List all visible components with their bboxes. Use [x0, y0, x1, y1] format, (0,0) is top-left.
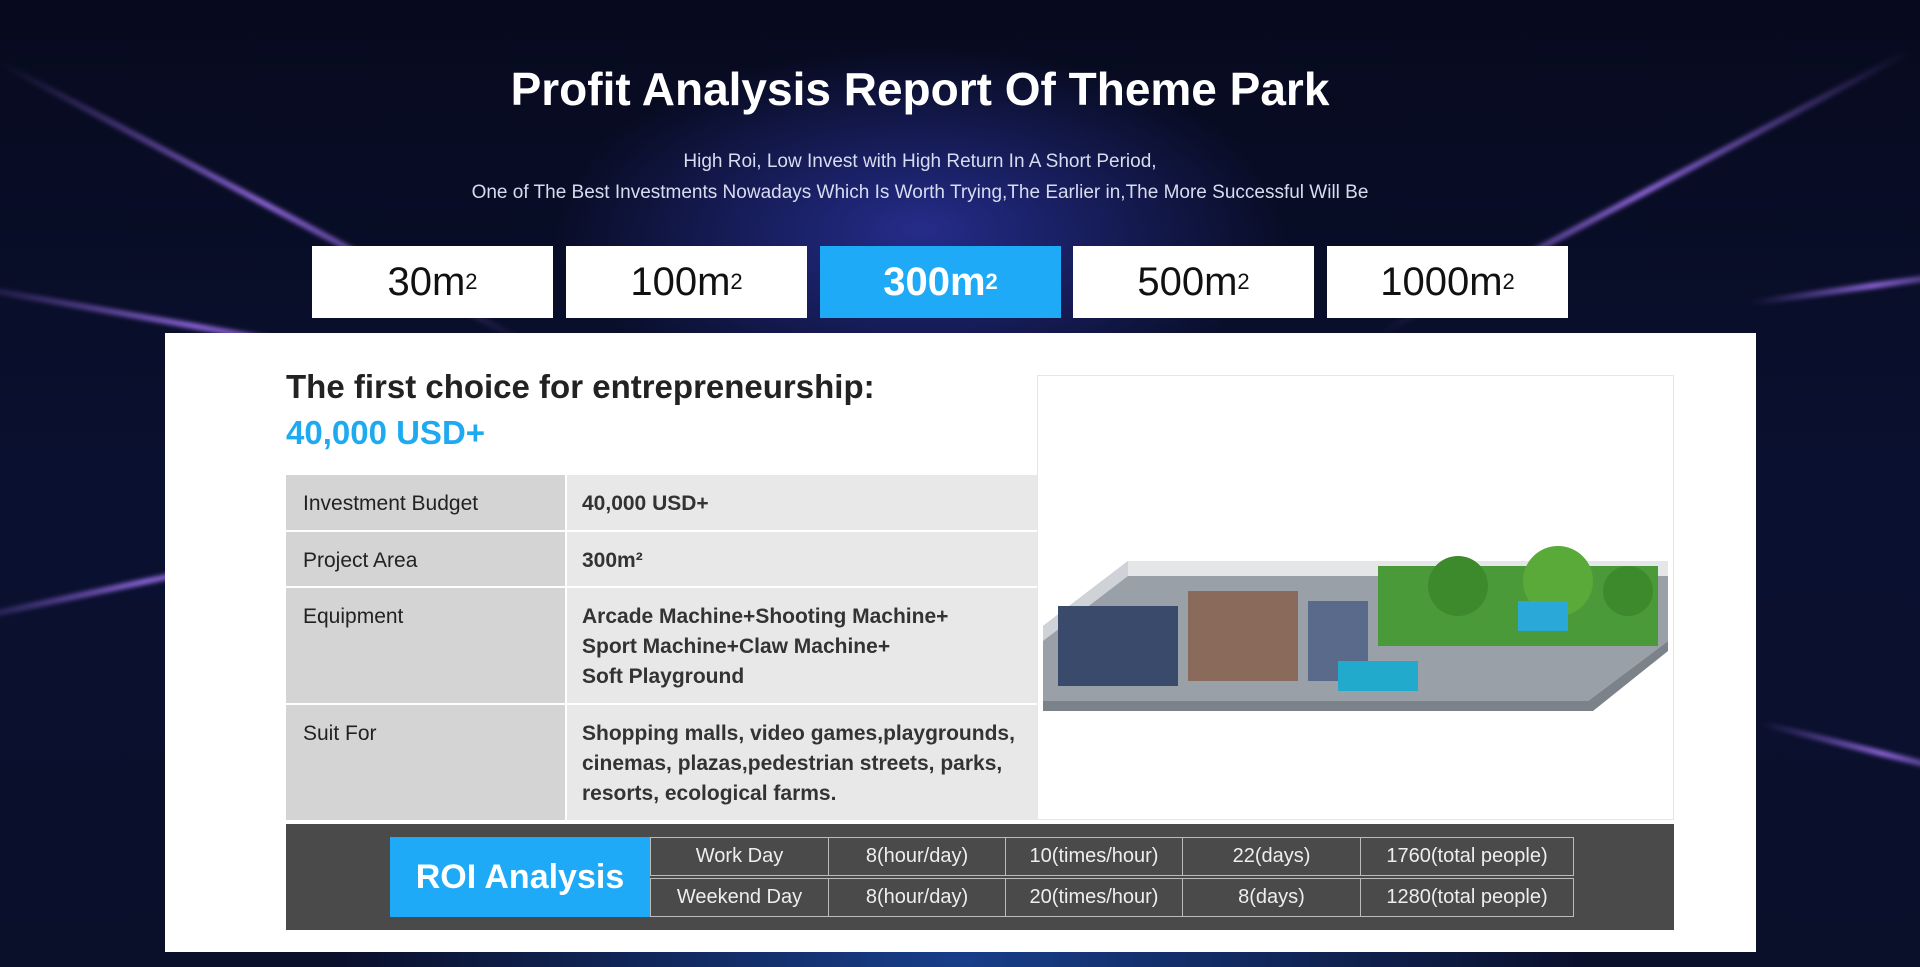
- roi-cell: 22(days): [1182, 837, 1361, 876]
- table-row: Suit For Shopping malls, video games,play…: [286, 705, 1037, 820]
- price-highlight: 40,000 USD+: [286, 414, 486, 451]
- tab-sup: 2: [465, 269, 478, 294]
- roi-cell: Weekend Day: [650, 878, 829, 917]
- tab-500m2[interactable]: 500m 2: [1073, 246, 1314, 318]
- tab-sup: 2: [1502, 269, 1515, 294]
- tab-label: 300m: [883, 259, 986, 304]
- page-title: Profit Analysis Report Of Theme Park: [510, 63, 1330, 115]
- roi-cell: 8(hour/day): [828, 878, 1006, 917]
- subtitle-line-2: One of The Best Investments Nowadays Whi…: [471, 182, 1369, 203]
- tab-label: 1000m: [1380, 259, 1503, 304]
- subtitle-line-1: High Roi, Low Invest with High Return In…: [683, 151, 1157, 172]
- roi-analysis-label: ROI Analysis: [390, 837, 650, 917]
- row-label: Equipment: [286, 588, 565, 703]
- row-label: Investment Budget: [286, 475, 565, 530]
- section-heading: The first choice for entrepreneurship:: [286, 368, 875, 405]
- roi-cell: 10(times/hour): [1005, 837, 1183, 876]
- tab-sup: 2: [1237, 269, 1250, 294]
- roi-cell: 8(hour/day): [828, 837, 1006, 876]
- roi-cell: 1760(total people): [1360, 837, 1574, 876]
- table-row: Equipment Arcade Machine+Shooting Machine…: [286, 588, 1037, 703]
- table-row: Project Area 300m²: [286, 532, 1037, 586]
- roi-cell: 8(days): [1182, 878, 1361, 917]
- theme-park-rendering: [1037, 375, 1674, 820]
- tab-sup: 2: [730, 269, 743, 294]
- tab-100m2[interactable]: 100m 2: [566, 246, 807, 318]
- roi-cell: 20(times/hour): [1005, 878, 1183, 917]
- tab-300m2[interactable]: 300m 2: [820, 246, 1061, 318]
- tab-label: 100m: [630, 259, 731, 304]
- row-value: 300m²: [567, 532, 1037, 586]
- tab-30m2[interactable]: 30m 2: [312, 246, 553, 318]
- roi-cell: 1280(total people): [1360, 878, 1574, 917]
- table-row: Investment Budget 40,000 USD+: [286, 475, 1037, 530]
- tab-sup: 2: [985, 269, 998, 294]
- row-value: Arcade Machine+Shooting Machine+ Sport Ma…: [567, 588, 1037, 703]
- roi-cell: Work Day: [650, 837, 829, 876]
- row-value: 40,000 USD+: [567, 475, 1037, 530]
- row-value: Shopping malls, video games,playgrounds,…: [567, 705, 1037, 820]
- tab-1000m2[interactable]: 1000m 2: [1327, 246, 1568, 318]
- row-label: Project Area: [286, 532, 565, 586]
- tab-label: 30m: [387, 259, 466, 304]
- tab-label: 500m: [1137, 259, 1238, 304]
- row-label: Suit For: [286, 705, 565, 820]
